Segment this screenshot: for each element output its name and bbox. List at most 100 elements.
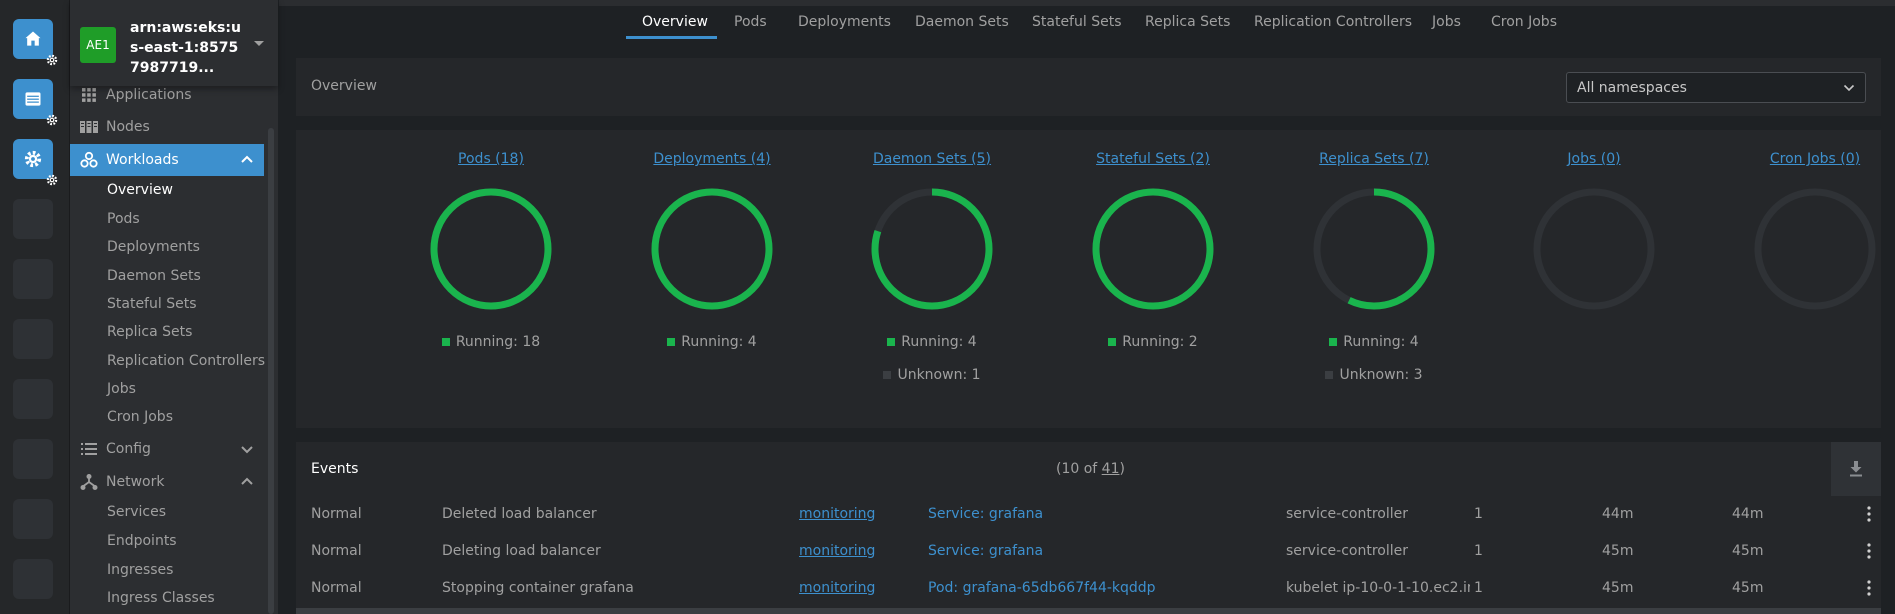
table-row[interactable]: Normal Stopping container grafana monito… xyxy=(296,570,1881,607)
hotbar-slot[interactable] xyxy=(13,199,53,239)
event-last-seen: 44m xyxy=(1732,506,1764,522)
chart-title[interactable]: Replica Sets (7) xyxy=(1264,151,1484,167)
tab-overview[interactable]: Overview xyxy=(642,14,708,30)
sidebar-subitem-ingress-classes[interactable]: Ingress Classes xyxy=(107,590,215,606)
gear-icon[interactable] xyxy=(45,113,59,127)
list-icon xyxy=(80,440,98,458)
legend-running: Running: 18 xyxy=(381,334,601,350)
chart-title[interactable]: Cron Jobs (0) xyxy=(1705,151,1895,167)
chart-title[interactable]: Stateful Sets (2) xyxy=(1043,151,1263,167)
legend-running: Running: 4 xyxy=(602,334,822,350)
hotbar-slot[interactable] xyxy=(13,379,53,419)
ring-running-segment xyxy=(651,188,773,310)
server-icon xyxy=(80,118,98,136)
events-title: Events xyxy=(311,461,359,477)
sidebar-subitem-overview[interactable]: Overview xyxy=(107,182,173,198)
more-vertical-icon[interactable] xyxy=(1867,580,1871,596)
sidebar-subitem-deployments[interactable]: Deployments xyxy=(107,239,200,255)
tab-cron-jobs[interactable]: Cron Jobs xyxy=(1491,14,1557,30)
chart-title[interactable]: Daemon Sets (5) xyxy=(822,151,1042,167)
sidebar-subitem-pods[interactable]: Pods xyxy=(107,211,140,227)
hotbar-slot[interactable] xyxy=(13,319,53,359)
status-ring xyxy=(1092,188,1214,310)
sidebar-subitem-ingresses[interactable]: Ingresses xyxy=(107,562,173,578)
sidebar-item-label: Config xyxy=(106,441,151,457)
workloads-icon xyxy=(80,151,98,169)
sidebar-subitem-daemon-sets[interactable]: Daemon Sets xyxy=(107,268,201,284)
chevron-down-icon[interactable] xyxy=(240,442,254,456)
legend-swatch xyxy=(1329,338,1338,346)
download-button[interactable] xyxy=(1831,442,1881,496)
caret-down-icon[interactable] xyxy=(254,41,264,46)
event-count: 1 xyxy=(1474,543,1483,559)
chart-daemon-sets: Daemon Sets (5) Running: 4 Unknown: 1 xyxy=(822,130,1042,428)
tab-daemon-sets[interactable]: Daemon Sets xyxy=(915,14,1009,30)
legend-swatch xyxy=(883,371,892,379)
sidebar-item-nodes[interactable]: Nodes xyxy=(70,111,264,143)
home-icon xyxy=(25,31,41,46)
sidebar-subitem-replication-controllers[interactable]: Replication Controllers xyxy=(107,353,265,369)
sidebar-subitem-replica-sets[interactable]: Replica Sets xyxy=(107,324,192,340)
chevron-up-icon[interactable] xyxy=(240,475,254,489)
tab-pods[interactable]: Pods xyxy=(734,14,767,30)
status-ring xyxy=(1533,188,1655,310)
tab-deployments[interactable]: Deployments xyxy=(798,14,891,30)
sidebar-subitem-services[interactable]: Services xyxy=(107,504,166,520)
chevron-up-icon[interactable] xyxy=(240,153,254,167)
tab-stateful-sets[interactable]: Stateful Sets xyxy=(1032,14,1121,30)
settings-icon xyxy=(24,150,42,168)
sidebar-item-label: Workloads xyxy=(106,152,179,168)
table-row[interactable]: Normal Deleted load balancer monitoring … xyxy=(296,496,1881,533)
sidebar-item-workloads[interactable]: Workloads xyxy=(70,144,264,176)
hotbar-slot[interactable] xyxy=(13,499,53,539)
legend-label: Running: 4 xyxy=(1343,334,1419,350)
events-count-total-link[interactable]: 41 xyxy=(1102,461,1120,477)
hotbar-slot[interactable] xyxy=(13,559,53,599)
event-involved-object-link[interactable]: Service: grafana xyxy=(928,543,1043,559)
events-panel: Events (10 of 41) Normal Deleted load ba… xyxy=(296,442,1881,614)
event-involved-object-link[interactable]: Service: grafana xyxy=(928,506,1043,522)
chart-title[interactable]: Pods (18) xyxy=(381,151,601,167)
legend-running: Running: 2 xyxy=(1043,334,1263,350)
tab-jobs[interactable]: Jobs xyxy=(1432,14,1461,30)
cluster-avatar: AE1 xyxy=(80,27,116,63)
main-horizontal-scrollbar[interactable] xyxy=(296,608,1881,614)
legend-label: Running: 4 xyxy=(681,334,757,350)
event-namespace-link[interactable]: monitoring xyxy=(799,506,875,522)
legend-label: Running: 4 xyxy=(901,334,977,350)
more-vertical-icon[interactable] xyxy=(1867,506,1871,522)
more-vertical-icon[interactable] xyxy=(1867,543,1871,559)
event-namespace-link[interactable]: monitoring xyxy=(799,543,875,559)
sidebar-item-config[interactable]: Config xyxy=(70,433,264,465)
chart-title[interactable]: Jobs (0) xyxy=(1484,151,1704,167)
legend-unknown: Unknown: 1 xyxy=(822,367,1042,383)
sidebar-scrollbar[interactable] xyxy=(268,128,274,614)
tab-replication-controllers[interactable]: Replication Controllers xyxy=(1254,14,1412,30)
namespace-select[interactable]: All namespaces xyxy=(1566,72,1866,103)
gear-icon[interactable] xyxy=(45,53,59,67)
cluster-selector[interactable]: AE1 arn:aws:eks:us-east-1:85757987719... xyxy=(70,0,278,86)
sidebar-subitem-endpoints[interactable]: Endpoints xyxy=(107,533,177,549)
legend-swatch xyxy=(441,338,450,346)
event-last-seen: 45m xyxy=(1732,580,1764,596)
status-ring xyxy=(651,188,773,310)
chart-cron-jobs: Cron Jobs (0) xyxy=(1705,130,1895,428)
table-row[interactable]: Normal Deleting load balancer monitoring… xyxy=(296,533,1881,570)
legend-swatch xyxy=(1108,338,1117,346)
event-type: Normal xyxy=(311,506,362,522)
sidebar: AE1 arn:aws:eks:us-east-1:85757987719...… xyxy=(70,0,278,614)
chart-title[interactable]: Deployments (4) xyxy=(602,151,822,167)
status-ring xyxy=(871,188,993,310)
legend-running: Running: 4 xyxy=(822,334,1042,350)
hotbar-slot[interactable] xyxy=(13,259,53,299)
hotbar-slot[interactable] xyxy=(13,439,53,479)
gear-icon[interactable] xyxy=(45,173,59,187)
sidebar-subitem-stateful-sets[interactable]: Stateful Sets xyxy=(107,296,196,312)
sidebar-subitem-jobs[interactable]: Jobs xyxy=(107,381,136,397)
sidebar-item-network[interactable]: Network xyxy=(70,466,264,498)
lens-app: AE1 arn:aws:eks:us-east-1:85757987719...… xyxy=(0,0,1895,614)
tab-replica-sets[interactable]: Replica Sets xyxy=(1145,14,1230,30)
sidebar-subitem-cron-jobs[interactable]: Cron Jobs xyxy=(107,409,173,425)
event-namespace-link[interactable]: monitoring xyxy=(799,580,875,596)
event-involved-object-link[interactable]: Pod: grafana-65db667f44-kqddp xyxy=(928,580,1156,596)
